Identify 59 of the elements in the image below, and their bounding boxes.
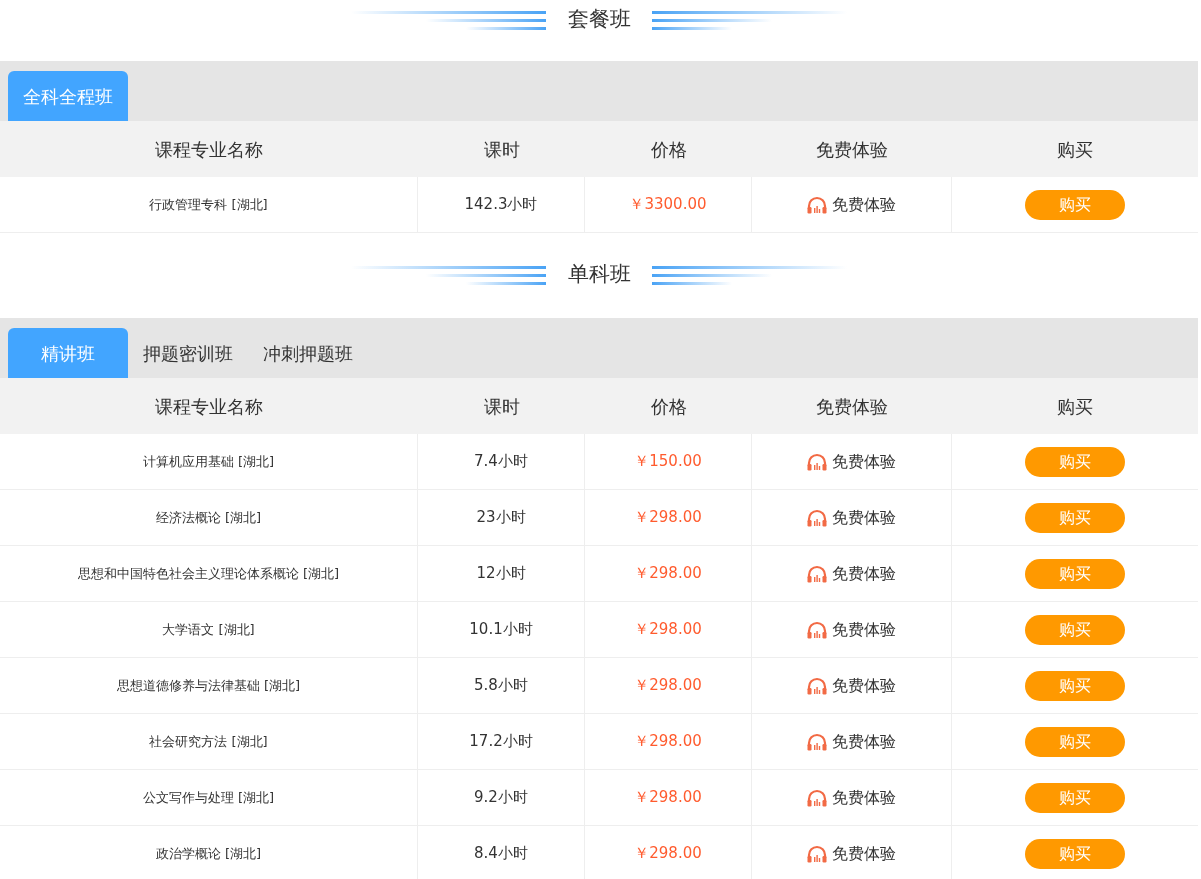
column-header: 课程专业名称 [154, 137, 264, 162]
headphones-icon [807, 508, 827, 527]
free-trial-link[interactable]: 免费体验 [832, 561, 896, 586]
free-trial-link[interactable]: 免费体验 [832, 785, 896, 810]
price: ￥150.00 [634, 451, 702, 473]
free-trial-link[interactable]: 免费体验 [832, 673, 896, 698]
tab[interactable]: 押题密训班 [128, 328, 248, 378]
course-name: 社会研究方法 [湖北] [149, 732, 268, 751]
course-hours: 17.2小时 [469, 731, 533, 753]
course-hours: 142.3小时 [464, 194, 538, 216]
headphones-icon [807, 195, 827, 214]
price: ￥298.00 [634, 843, 702, 865]
column-header: 价格 [649, 137, 688, 162]
course-name: 政治学概论 [湖北] [155, 844, 262, 863]
course-hours: 8.4小时 [474, 843, 528, 865]
headphones-icon [807, 788, 827, 807]
free-trial-link[interactable]: 免费体验 [832, 505, 896, 530]
course-name: 思想和中国特色社会主义理论体系概论 [湖北] [77, 564, 340, 583]
course-hours: 9.2小时 [474, 787, 528, 809]
column-header: 购买 [1056, 137, 1094, 162]
price: ￥298.00 [634, 675, 702, 697]
column-header: 免费体验 [815, 137, 889, 162]
column-header: 购买 [1056, 394, 1094, 419]
free-trial-link[interactable]: 免费体验 [832, 192, 896, 217]
price: ￥298.00 [634, 619, 702, 641]
tab[interactable]: 冲刺押题班 [248, 328, 368, 378]
course-name: 经济法概论 [湖北] [155, 508, 262, 527]
free-trial-link[interactable]: 免费体验 [832, 729, 896, 754]
course-hours: 5.8小时 [474, 675, 528, 697]
section-title: 单科班 [566, 261, 632, 289]
course-hours: 23小时 [476, 507, 526, 529]
free-trial-link[interactable]: 免费体验 [832, 841, 896, 866]
course-name: 行政管理专科 [湖北] [149, 195, 268, 214]
column-header: 价格 [649, 394, 688, 419]
column-header: 课时 [482, 137, 521, 162]
headphones-icon [807, 452, 827, 471]
price: ￥298.00 [634, 787, 702, 809]
free-trial-link[interactable]: 免费体验 [832, 617, 896, 642]
section-title: 套餐班 [566, 6, 632, 34]
headphones-icon [807, 676, 827, 695]
price: ￥3300.00 [629, 194, 707, 216]
column-header: 免费体验 [815, 394, 889, 419]
course-name: 公文写作与处理 [湖北] [142, 788, 275, 807]
headphones-icon [807, 564, 827, 583]
free-trial-link[interactable]: 免费体验 [832, 449, 896, 474]
headphones-icon [807, 844, 827, 863]
course-hours: 12小时 [476, 563, 526, 585]
course-name: 思想道德修养与法律基础 [湖北] [116, 676, 301, 695]
column-header: 课时 [482, 394, 521, 419]
price: ￥298.00 [634, 507, 702, 529]
headphones-icon [807, 620, 827, 639]
course-name: 计算机应用基础 [湖北] [142, 452, 275, 471]
price: ￥298.00 [634, 563, 702, 585]
headphones-icon [807, 732, 827, 751]
course-hours: 7.4小时 [474, 451, 528, 473]
course-name: 大学语文 [湖北] [162, 620, 255, 639]
column-header: 课程专业名称 [154, 394, 264, 419]
course-hours: 10.1小时 [469, 619, 533, 641]
price: ￥298.00 [634, 731, 702, 753]
